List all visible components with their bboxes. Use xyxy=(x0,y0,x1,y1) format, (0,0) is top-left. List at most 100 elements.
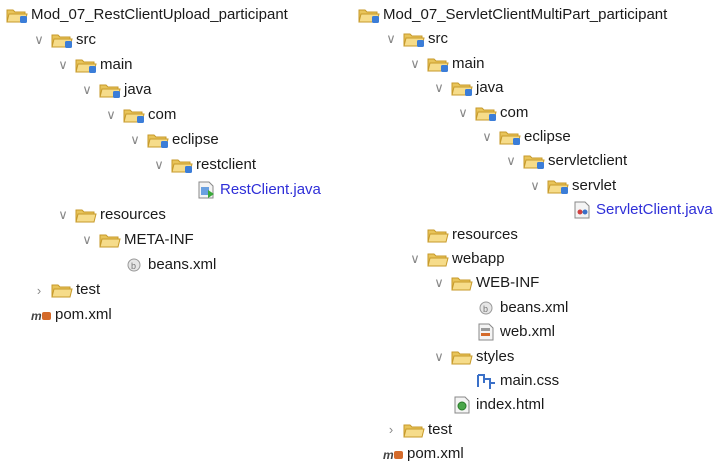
tree-item-beans-xml[interactable]: b beans.xml xyxy=(102,254,216,276)
project-folder-icon xyxy=(6,6,28,24)
tree-item-label: com xyxy=(500,103,529,121)
tree-item-web-xml[interactable]: web.xml xyxy=(454,321,555,343)
project-folder-icon xyxy=(358,6,380,24)
tree-item-label: Mod_07_RestClientUpload_participant xyxy=(31,6,288,23)
tree-item-resources[interactable]: resources xyxy=(406,224,518,246)
folder-icon xyxy=(51,281,73,299)
tree-item-label: beans.xml xyxy=(148,256,217,273)
tree-item-servletclient-java[interactable]: ServletClient.java xyxy=(550,199,713,221)
tree-item-restclient-java[interactable]: RestClient.java xyxy=(174,179,321,201)
tree-item-label: ServletClient.java xyxy=(596,201,713,219)
tree-item-label: restclient xyxy=(196,156,257,173)
tree-item-label: styles xyxy=(476,347,515,365)
expand-toggle-icon[interactable]: ∨ xyxy=(406,55,424,73)
tree-item-label: RestClient.java xyxy=(220,181,321,198)
tree-item-beans-xml[interactable]: b beans.xml xyxy=(454,297,568,319)
tree-item-label: index.html xyxy=(476,396,545,414)
tree-item-label: servletclient xyxy=(548,152,628,170)
tree-item-label: web.xml xyxy=(500,323,556,341)
expand-toggle-icon[interactable]: ∨ xyxy=(78,231,96,249)
tree-item-webapp[interactable]: ∨ webapp xyxy=(406,248,504,270)
tree-item-pom-xml[interactable]: m pom.xml xyxy=(30,304,112,326)
tree-item-styles[interactable]: ∨ styles xyxy=(430,346,514,368)
source-folder-icon xyxy=(147,131,169,149)
tree-item-test[interactable]: › test xyxy=(30,279,100,301)
expand-toggle-icon[interactable]: ∨ xyxy=(382,30,400,48)
expand-toggle-icon[interactable]: ∨ xyxy=(502,152,520,170)
source-folder-icon xyxy=(427,55,449,73)
expand-toggle-icon[interactable]: ∨ xyxy=(126,131,144,149)
tree-item-label: WEB-INF xyxy=(476,274,540,292)
tree-item-mod-07-servletclientmultipart-participant[interactable]: Mod_07_ServletClientMultiPart_participan… xyxy=(358,4,667,26)
expand-toggle-icon[interactable]: ∨ xyxy=(454,104,472,122)
expand-toggle-icon[interactable]: ∨ xyxy=(478,128,496,146)
tree-item-mod-07-restclientupload-participant[interactable]: Mod_07_RestClientUpload_participant xyxy=(6,4,288,26)
tree-item-label: eclipse xyxy=(172,131,219,148)
servlet-file-icon xyxy=(571,201,593,219)
folder-icon xyxy=(403,421,425,439)
folder-icon xyxy=(451,274,473,292)
source-folder-icon xyxy=(547,177,569,195)
folder-icon xyxy=(99,231,121,249)
folder-icon xyxy=(75,206,97,224)
folder-icon xyxy=(427,226,449,244)
tree-item-web-inf[interactable]: ∨ WEB-INF xyxy=(430,272,539,294)
tree-item-java[interactable]: ∨ java xyxy=(430,77,504,99)
tree-item-label: main xyxy=(100,56,133,73)
source-folder-icon xyxy=(123,106,145,124)
tree-item-main[interactable]: ∨ main xyxy=(406,53,485,75)
expand-toggle-icon[interactable]: ∨ xyxy=(430,274,448,292)
source-folder-icon xyxy=(403,30,425,48)
svg-text:m: m xyxy=(383,448,394,462)
tree-item-eclipse[interactable]: ∨ eclipse xyxy=(478,126,571,148)
expand-toggle-icon[interactable]: ∨ xyxy=(430,348,448,366)
tree-item-label: test xyxy=(428,420,453,438)
tree-item-label: src xyxy=(428,30,448,48)
css-file-icon xyxy=(475,372,497,390)
tree-item-label: resources xyxy=(452,225,518,243)
folder-icon xyxy=(451,348,473,366)
tree-item-main-css[interactable]: main.css xyxy=(454,370,559,392)
tree-item-eclipse[interactable]: ∨ eclipse xyxy=(126,129,219,151)
tree-item-label: pom.xml xyxy=(407,445,464,463)
expand-toggle-icon[interactable]: ∨ xyxy=(526,177,544,195)
tree-item-src[interactable]: ∨ src xyxy=(30,29,96,51)
tree-item-pom-xml[interactable]: m pom.xml xyxy=(382,443,464,465)
collapse-toggle-icon[interactable]: › xyxy=(30,281,48,299)
collapse-toggle-icon[interactable]: › xyxy=(382,421,400,439)
tree-item-label: com xyxy=(148,106,177,123)
folder-icon xyxy=(427,250,449,268)
webxml-file-icon xyxy=(475,323,497,341)
tree-item-servlet[interactable]: ∨ servlet xyxy=(526,175,616,197)
expand-toggle-icon[interactable]: ∨ xyxy=(54,56,72,74)
java-file-icon xyxy=(195,181,217,199)
tree-item-meta-inf[interactable]: ∨ META-INF xyxy=(78,229,193,251)
tree-item-index-html[interactable]: index.html xyxy=(430,394,544,416)
html-file-icon xyxy=(451,396,473,414)
tree-item-servletclient[interactable]: ∨ servletclient xyxy=(502,150,627,172)
tree-item-com[interactable]: ∨ com xyxy=(102,104,176,126)
source-folder-icon xyxy=(451,79,473,97)
expand-toggle-icon[interactable]: ∨ xyxy=(150,156,168,174)
expand-toggle-icon[interactable]: ∨ xyxy=(30,31,48,49)
expand-toggle-icon[interactable]: ∨ xyxy=(430,79,448,97)
expand-toggle-icon[interactable]: ∨ xyxy=(54,206,72,224)
tree-item-label: resources xyxy=(100,206,166,223)
tree-item-main[interactable]: ∨ main xyxy=(54,54,133,76)
tree-item-label: Mod_07_ServletClientMultiPart_participan… xyxy=(383,6,668,23)
tree-item-java[interactable]: ∨ java xyxy=(78,79,152,101)
tree-item-label: servlet xyxy=(572,176,617,194)
tree-item-label: main xyxy=(452,54,485,72)
expand-toggle-icon[interactable]: ∨ xyxy=(78,81,96,99)
tree-item-label: pom.xml xyxy=(55,306,112,323)
source-folder-icon xyxy=(99,81,121,99)
tree-item-com[interactable]: ∨ com xyxy=(454,102,528,124)
expand-toggle-icon[interactable]: ∨ xyxy=(102,106,120,124)
tree-item-label: src xyxy=(76,31,96,48)
tree-item-test[interactable]: › test xyxy=(382,419,452,441)
source-folder-icon xyxy=(75,56,97,74)
expand-toggle-icon[interactable]: ∨ xyxy=(406,250,424,268)
tree-item-restclient[interactable]: ∨ restclient xyxy=(150,154,256,176)
tree-item-resources[interactable]: ∨ resources xyxy=(54,204,166,226)
tree-item-src[interactable]: ∨ src xyxy=(382,28,448,50)
